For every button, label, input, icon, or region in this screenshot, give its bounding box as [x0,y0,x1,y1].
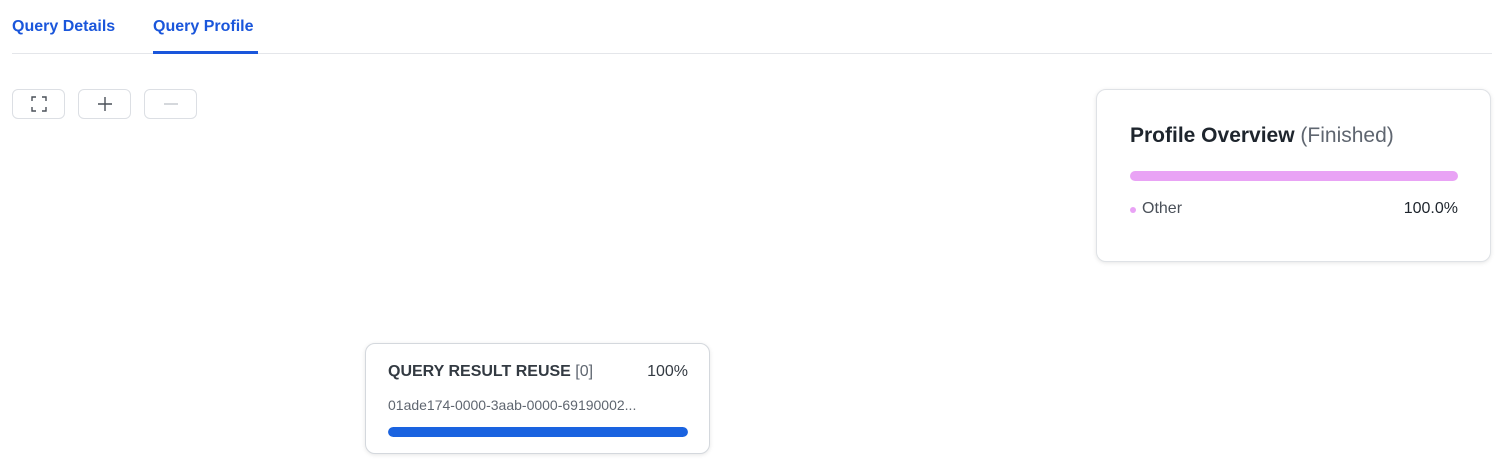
node-percent: 100% [647,363,688,380]
profile-overview-panel: Profile Overview (Finished) Other 100.0% [1096,89,1491,262]
profile-overview-title: Profile Overview (Finished) [1130,123,1394,149]
fullscreen-button[interactable] [12,89,65,119]
node-title: QUERY RESULT REUSE [0] [388,362,593,382]
zoom-in-icon [97,97,112,111]
overview-status: (Finished) [1300,124,1394,147]
node-progress-track [388,427,688,437]
node-index: [0] [575,363,594,380]
zoom-out-button[interactable] [144,89,197,119]
tab-query-profile[interactable]: Query Profile [153,17,253,37]
overview-legend-item: Other 100.0% [1130,199,1458,219]
query-profile-page: Query Details Query Profile Profile Over… [0,0,1507,465]
legend-dot-icon [1130,207,1136,213]
legend-label: Other [1142,200,1183,217]
active-tab-indicator [153,51,258,54]
zoom-in-button[interactable] [78,89,131,119]
overview-title-text: Profile Overview [1130,124,1295,147]
zoom-out-icon [163,103,178,105]
legend-value: 100.0% [1403,200,1458,217]
node-progress-fill [388,427,688,437]
tab-bar: Query Details Query Profile [12,0,1492,54]
overview-breakdown-bar [1130,171,1458,181]
node-name: QUERY RESULT REUSE [388,363,571,380]
operator-node-query-result-reuse[interactable]: QUERY RESULT REUSE [0] 100% 01ade174-000… [365,343,710,454]
fullscreen-icon [30,96,47,112]
node-query-id: 01ade174-0000-3aab-0000-69190002... [388,397,637,413]
tab-query-details[interactable]: Query Details [12,17,115,37]
